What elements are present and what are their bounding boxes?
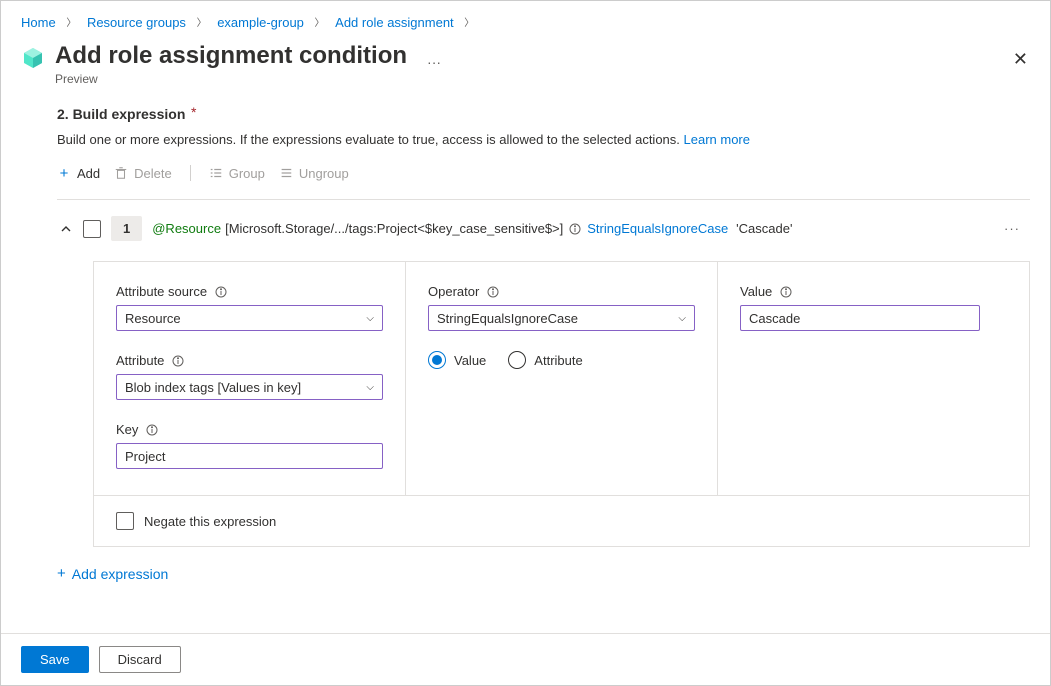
expression-operator: StringEqualsIgnoreCase [587, 221, 728, 236]
negate-label: Negate this expression [144, 514, 276, 529]
value-label: Value [740, 284, 1007, 299]
step-title: 2. Build expression [57, 106, 185, 122]
expression-index: 1 [111, 216, 142, 241]
toolbar-group: Group [209, 166, 265, 181]
page-title: Add role assignment condition [55, 42, 407, 70]
panel-col-operator: Operator StringEqualsIgnoreCase ⌵ Value [406, 262, 718, 495]
key-input[interactable]: Project [116, 443, 383, 469]
expression-more-icon[interactable]: ··· [1004, 221, 1020, 236]
page-subtitle: Preview [55, 72, 407, 86]
expression-checkbox[interactable] [83, 220, 101, 238]
chevron-right-icon: 〉 [315, 18, 325, 29]
chevron-down-icon: ⌵ [366, 382, 374, 393]
info-icon[interactable] [215, 286, 227, 298]
operator-label: Operator [428, 284, 695, 299]
info-icon[interactable] [569, 223, 581, 235]
negate-checkbox[interactable] [116, 512, 134, 530]
chevron-down-icon: ⌵ [366, 313, 374, 324]
chevron-right-icon: 〉 [464, 18, 474, 29]
trash-icon [114, 166, 128, 180]
chevron-down-icon: ⌵ [678, 313, 686, 324]
radio-attribute[interactable]: Attribute [508, 351, 582, 369]
panel-col-value: Value Cascade [718, 262, 1029, 495]
footer: Save Discard [1, 633, 1050, 685]
info-icon[interactable] [146, 424, 158, 436]
info-icon[interactable] [487, 286, 499, 298]
expression-resource-token: @Resource [152, 221, 221, 236]
page-header: Add role assignment condition Preview ··… [1, 38, 1050, 86]
negate-row: Negate this expression [94, 496, 1029, 546]
operator-select[interactable]: StringEqualsIgnoreCase ⌵ [428, 305, 695, 331]
radio-value[interactable]: Value [428, 351, 486, 369]
expression-value: 'Cascade' [736, 221, 792, 236]
value-input[interactable]: Cascade [740, 305, 980, 331]
breadcrumb-example-group[interactable]: example-group [217, 15, 304, 30]
expression-text: @Resource [Microsoft.Storage/.../tags:Pro… [152, 221, 792, 236]
breadcrumb-home[interactable]: Home [21, 15, 56, 30]
plus-icon: + [57, 166, 71, 180]
plus-icon: + [57, 565, 66, 582]
breadcrumb-add-role-assignment[interactable]: Add role assignment [335, 15, 454, 30]
toolbar: + Add Delete Group Ungroup [57, 165, 1030, 181]
attribute-select[interactable]: Blob index tags [Values in key] ⌵ [116, 374, 383, 400]
more-actions-icon[interactable]: ··· [427, 54, 441, 70]
toolbar-divider [190, 165, 191, 181]
required-asterisk: * [191, 104, 196, 120]
chevron-up-icon[interactable] [59, 222, 73, 236]
close-icon[interactable]: ✕ [1013, 49, 1028, 70]
info-icon[interactable] [172, 355, 184, 367]
save-button[interactable]: Save [21, 646, 89, 673]
expression-panel: Attribute source Resource ⌵ Attribute [93, 261, 1030, 547]
cube-icon [21, 46, 45, 70]
toolbar-ungroup: Ungroup [279, 166, 349, 181]
step-title-row: 2. Build expression * [57, 106, 1030, 122]
ungroup-icon [279, 166, 293, 180]
key-label: Key [116, 422, 383, 437]
group-icon [209, 166, 223, 180]
discard-button[interactable]: Discard [99, 646, 181, 673]
toolbar-add[interactable]: + Add [57, 166, 100, 181]
attribute-source-select[interactable]: Resource ⌵ [116, 305, 383, 331]
toolbar-delete: Delete [114, 166, 172, 181]
add-expression-button[interactable]: + Add expression [57, 565, 1030, 582]
step-help: Build one or more expressions. If the ex… [57, 132, 1030, 147]
panel-col-source: Attribute source Resource ⌵ Attribute [94, 262, 406, 495]
expression-block: 1 @Resource [Microsoft.Storage/.../tags:P… [57, 199, 1030, 582]
breadcrumb: Home 〉 Resource groups 〉 example-group 〉… [1, 1, 1050, 38]
expression-path: [Microsoft.Storage/.../tags:Project<$key… [225, 221, 563, 236]
expression-summary: 1 @Resource [Microsoft.Storage/.../tags:P… [57, 214, 1030, 243]
compare-type-radio-group: Value Attribute [428, 351, 695, 369]
attribute-label: Attribute [116, 353, 383, 368]
chevron-right-icon: 〉 [66, 18, 76, 29]
attribute-source-label: Attribute source [116, 284, 383, 299]
chevron-right-icon: 〉 [197, 18, 207, 29]
breadcrumb-resource-groups[interactable]: Resource groups [87, 15, 186, 30]
info-icon[interactable] [780, 286, 792, 298]
learn-more-link[interactable]: Learn more [684, 132, 750, 147]
